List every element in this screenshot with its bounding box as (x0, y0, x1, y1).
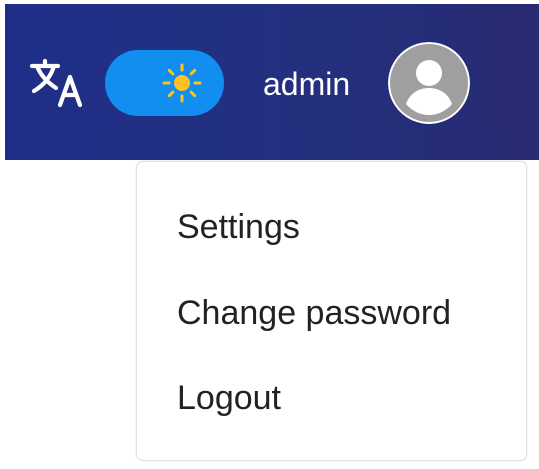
menu-item-logout[interactable]: Logout (177, 378, 497, 418)
translate-button[interactable] (27, 55, 85, 113)
sun-icon (162, 63, 202, 103)
top-app-bar: admin (5, 4, 539, 160)
username-label[interactable]: admin (263, 66, 350, 102)
account-circle-icon (388, 42, 470, 124)
user-dropdown-menu: Settings Change password Logout (136, 161, 527, 461)
avatar[interactable] (388, 42, 470, 124)
page-frame: admin Settings Change password Logout (0, 0, 539, 469)
theme-toggle-knob (160, 61, 204, 105)
theme-toggle[interactable] (105, 50, 224, 116)
menu-item-change-password[interactable]: Change password (177, 293, 497, 333)
menu-item-settings[interactable]: Settings (177, 207, 497, 247)
translate-icon (29, 58, 83, 108)
